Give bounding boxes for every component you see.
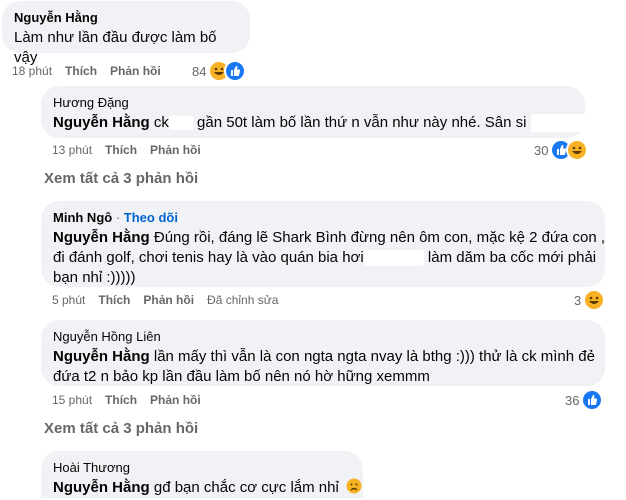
comment-time[interactable]: 18 phút — [12, 63, 52, 79]
reply-action[interactable]: Phản hồi — [110, 63, 161, 79]
comment-text-part: ck — [153, 114, 169, 131]
comment-author[interactable]: Hoài Thương — [53, 459, 351, 476]
like-icon — [224, 60, 247, 82]
like-action[interactable]: Thích — [105, 392, 137, 408]
reaction-summary[interactable]: 3 — [574, 289, 606, 311]
sad-face-icon — [346, 478, 362, 494]
redacted-block — [530, 114, 609, 133]
comment-bubble: Nguyễn Hồng Liên Nguyễn Hằng lần mấy thì… — [41, 320, 605, 386]
comment-meta: 18 phút Thích Phản hồi — [12, 63, 174, 79]
comment-bubble: Hoài Thương Nguyễn Hằng gđ bạn chắc cơ c… — [41, 451, 363, 498]
see-all-replies[interactable]: Xem tất cả 3 phản hồi — [44, 419, 198, 439]
reaction-summary[interactable]: 30 — [534, 139, 589, 161]
reply-action[interactable]: Phản hồi — [150, 142, 201, 158]
separator-dot: · — [112, 210, 124, 225]
comment-meta: 13 phút Thích Phản hồi — [52, 142, 214, 158]
redacted-block — [363, 250, 424, 267]
comment-text: Nguyễn Hằng Đúng rồi, đáng lẽ Shark Bình… — [53, 228, 605, 248]
like-action[interactable]: Thích — [65, 63, 97, 79]
reaction-summary[interactable]: 36 — [565, 389, 604, 411]
reply-action[interactable]: Phản hồi — [150, 392, 201, 408]
comment-bubble: Hương Đặng Nguyễn Hằng ck gần 50t làm bố… — [41, 86, 609, 138]
reply-action[interactable]: Phản hồi — [143, 292, 194, 308]
comment-author[interactable]: Nguyễn Hồng Liên — [53, 328, 593, 345]
comment-text-part: gần 50t làm bố lần thứ n vẫn như này nhé… — [197, 114, 527, 131]
reaction-count: 30 — [534, 142, 549, 158]
comment-time[interactable]: 5 phút — [52, 292, 85, 308]
comment-text-line: gđ bạn chắc cơ cực lắm nhỉ — [153, 479, 339, 496]
reaction-count: 36 — [565, 392, 580, 408]
comment-text: đi đánh golf, chơi tenis hay là vào quán… — [53, 248, 597, 268]
comment-text-line: đi đánh golf, chơi tenis hay là vào quán… — [53, 249, 364, 266]
comment-time[interactable]: 15 phút — [52, 392, 92, 408]
comment-text-line: Đúng rồi, đáng lẽ Shark Bình đừng nên ôm… — [153, 229, 606, 246]
comment-bubble: Nguyễn Hằng Làm như lần đầu được làm bố … — [2, 1, 250, 66]
comment-author: Minh Ngô · Theo dõi — [53, 209, 593, 226]
comment-text: Nguyễn Hằng gđ bạn chắc cơ cực lắm nhỉ — [53, 478, 362, 498]
comment-text: đứa t2 n bảo kp lần đầu làm bố nên nó hờ… — [53, 368, 430, 385]
haha-icon — [583, 289, 606, 311]
mention-tag[interactable]: Nguyễn Hằng — [53, 479, 150, 496]
comment-meta: 5 phút Thích Phản hồi Đã chỉnh sửa — [52, 292, 291, 308]
comment-text: Nguyễn Hằng ck gần 50t làm bố lần thứ n … — [53, 113, 609, 133]
comment-time[interactable]: 13 phút — [52, 142, 92, 158]
mention-tag[interactable]: Nguyễn Hằng — [53, 229, 150, 246]
reaction-summary[interactable]: 84 — [192, 60, 247, 82]
comment-text-line: làm dăm ba cốc mới phải — [427, 249, 597, 266]
comment-author[interactable]: Nguyễn Hằng — [14, 9, 238, 26]
comment-meta: 15 phút Thích Phản hồi — [52, 392, 214, 408]
reaction-count: 3 — [574, 292, 582, 308]
mention-tag[interactable]: Nguyễn Hằng — [53, 114, 150, 131]
like-action[interactable]: Thích — [105, 142, 137, 158]
redacted-block — [168, 116, 193, 131]
see-all-replies[interactable]: Xem tất cả 3 phản hồi — [44, 169, 198, 189]
like-action[interactable]: Thích — [98, 292, 130, 308]
comment-text: Nguyễn Hằng lần mấy thì vẫn là con ngta … — [53, 347, 595, 367]
mention-tag[interactable]: Nguyễn Hằng — [53, 348, 150, 365]
comment-author[interactable]: Hương Đặng — [53, 94, 573, 111]
like-icon — [581, 389, 604, 411]
comment-text: bạn nhỉ :))))) — [53, 269, 136, 286]
follow-button[interactable]: Theo dõi — [124, 210, 178, 225]
reaction-count: 84 — [192, 63, 207, 79]
comment-author-name[interactable]: Minh Ngô — [53, 210, 112, 225]
comment-text-line: lần mấy thì vẫn là con ngta ngta nvay là… — [153, 348, 595, 365]
edited-label[interactable]: Đã chỉnh sửa — [207, 292, 278, 308]
comment-bubble: Minh Ngô · Theo dõi Nguyễn Hằng Đúng rồi… — [41, 201, 605, 287]
haha-icon — [566, 139, 589, 161]
